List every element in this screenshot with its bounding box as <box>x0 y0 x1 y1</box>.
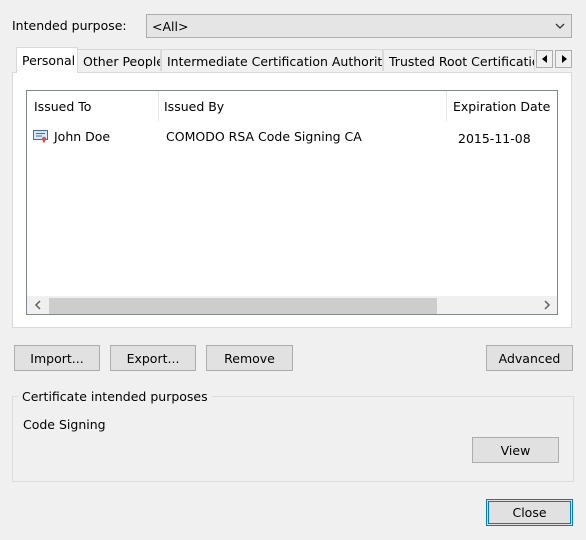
chevron-down-icon <box>555 23 565 29</box>
chevron-right-icon <box>543 300 550 310</box>
cell-issued-to: John Doe <box>54 129 111 144</box>
tab-intermediate-ca[interactable]: Intermediate Certification Authorities <box>161 49 383 71</box>
intended-purpose-dropdown[interactable]: <All> <box>146 14 572 38</box>
close-button[interactable]: Close <box>486 499 573 526</box>
certificate-icon <box>33 130 48 143</box>
cell-expiration-date: 2015-11-08 <box>458 131 531 146</box>
intended-purposes-value: Code Signing <box>23 417 106 432</box>
tab-scroll-left-button[interactable] <box>536 50 553 68</box>
tab-trusted-root[interactable]: Trusted Root Certification <box>383 49 535 71</box>
chevron-left-icon <box>34 300 41 310</box>
export-button[interactable]: Export... <box>110 345 196 371</box>
intended-purpose-value: <All> <box>152 19 189 34</box>
tab-strip: Personal Other People Intermediate Certi… <box>12 47 574 73</box>
certificate-list[interactable]: Issued To Issued By Expiration Date John… <box>26 90 558 315</box>
arrow-right-icon <box>561 55 567 63</box>
column-divider[interactable] <box>158 91 159 121</box>
intended-purposes-title: Certificate intended purposes <box>18 389 212 404</box>
view-button[interactable]: View <box>472 437 559 463</box>
column-header-expiration-date[interactable]: Expiration Date <box>453 99 550 114</box>
intended-purpose-label: Intended purpose: <box>12 18 127 33</box>
remove-button[interactable]: Remove <box>206 345 293 371</box>
column-header-issued-to[interactable]: Issued To <box>34 99 91 114</box>
scrollbar-thumb[interactable] <box>49 298 437 314</box>
horizontal-scrollbar[interactable] <box>27 296 557 314</box>
cell-issued-by: COMODO RSA Code Signing CA <box>166 129 362 144</box>
scroll-right-button[interactable] <box>537 296 557 314</box>
column-header-issued-by[interactable]: Issued By <box>164 99 224 114</box>
tab-scroll-right-button[interactable] <box>555 50 572 68</box>
tab-other-people[interactable]: Other People <box>77 49 161 71</box>
import-button[interactable]: Import... <box>14 345 100 371</box>
scroll-left-button[interactable] <box>27 296 47 314</box>
column-divider[interactable] <box>446 91 447 121</box>
advanced-button[interactable]: Advanced <box>486 345 573 371</box>
arrow-left-icon <box>541 55 547 63</box>
tab-personal[interactable]: Personal <box>16 47 78 73</box>
